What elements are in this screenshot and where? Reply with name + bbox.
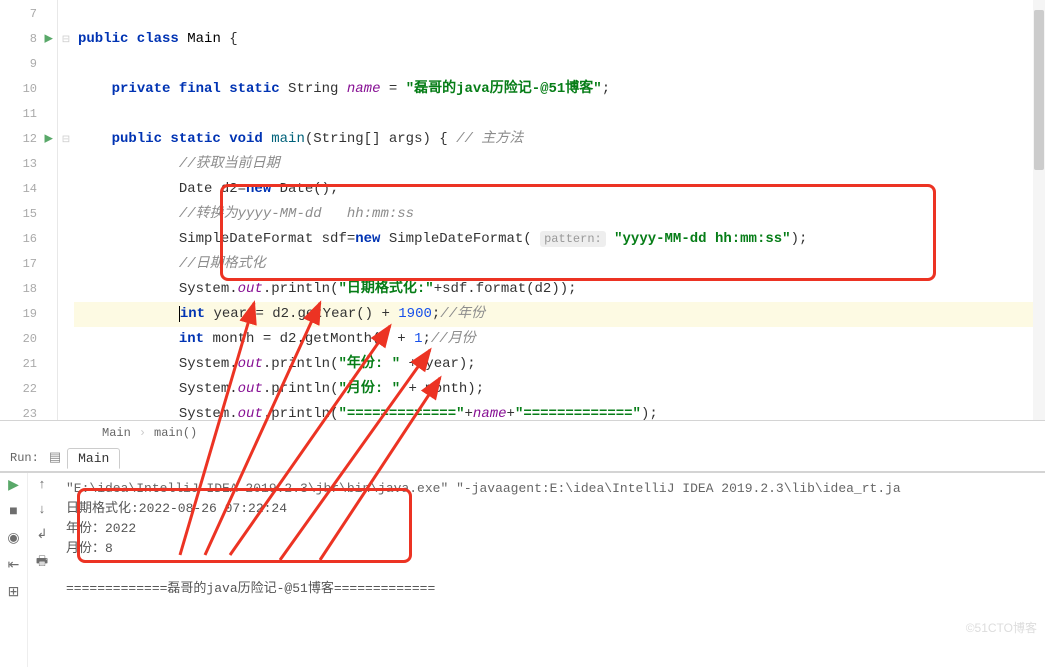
scroll-up-button[interactable]: ↑ xyxy=(38,477,46,492)
code-line[interactable]: int month = d2.getMonth() + 1;//月份 xyxy=(74,327,1045,352)
code-line[interactable] xyxy=(74,102,1045,127)
line-number: 22 xyxy=(0,377,57,402)
line-number-gutter: 78▶9101112▶1314151617181920212223 xyxy=(0,0,58,420)
stop-button[interactable]: ■ xyxy=(9,504,17,520)
breadcrumb[interactable]: Main › main() xyxy=(0,420,1045,444)
line-number: 20 xyxy=(0,327,57,352)
line-number: 15 xyxy=(0,202,57,227)
console-output[interactable]: "E:\idea\IntelliJ IDEA 2019.2.3\jbr\bin\… xyxy=(56,473,1045,667)
code-line[interactable]: System.out.println("月份: " + month); xyxy=(74,377,1045,402)
code-line[interactable] xyxy=(74,52,1045,77)
console-line: =============磊哥的java历险记-@51博客===========… xyxy=(66,579,1035,599)
dump-button[interactable]: ◉ xyxy=(7,530,19,547)
run-config-icon: ▤ xyxy=(49,450,61,465)
console-line: "E:\idea\IntelliJ IDEA 2019.2.3\jbr\bin\… xyxy=(66,479,1035,499)
code-line[interactable]: //转换为yyyy-MM-dd hh:mm:ss xyxy=(74,202,1045,227)
vertical-scrollbar[interactable] xyxy=(1033,0,1045,420)
line-number: 7 xyxy=(0,2,57,27)
line-number: 17 xyxy=(0,252,57,277)
run-header: Run: ▤ Main xyxy=(0,444,1045,472)
line-number: 21 xyxy=(0,352,57,377)
line-number: 9 xyxy=(0,52,57,77)
console-line xyxy=(66,559,1035,579)
line-number: 10 xyxy=(0,77,57,102)
line-number: 12▶ xyxy=(0,127,57,152)
run-tab[interactable]: Main xyxy=(67,448,120,469)
fold-icon[interactable]: ⊟ xyxy=(58,127,74,152)
layout-button[interactable]: ⊞ xyxy=(8,584,20,601)
console-line: 月份：8 xyxy=(66,539,1035,559)
line-number: 14 xyxy=(0,177,57,202)
fold-icon[interactable]: ⊟ xyxy=(58,27,74,52)
run-toolbar-left: ▶ ■ ◉ ⇤ ⊞ xyxy=(0,473,28,667)
exit-button[interactable]: ⇤ xyxy=(8,557,20,574)
code-line[interactable]: System.out.println("============="+name+… xyxy=(74,402,1045,420)
line-number: 18 xyxy=(0,277,57,302)
scrollbar-thumb[interactable] xyxy=(1034,10,1044,170)
run-panel: ▶ ■ ◉ ⇤ ⊞ ↑ ↓ ↲ 🖶 "E:\idea\IntelliJ IDEA… xyxy=(0,472,1045,667)
line-number: 16 xyxy=(0,227,57,252)
console-line: 年份：2022 xyxy=(66,519,1035,539)
code-editor[interactable]: 78▶9101112▶1314151617181920212223 ⊟⊟ pub… xyxy=(0,0,1045,420)
code-line[interactable] xyxy=(74,2,1045,27)
soft-wrap-button[interactable]: ↲ xyxy=(37,527,48,542)
line-number: 11 xyxy=(0,102,57,127)
line-number: 19 xyxy=(0,302,57,327)
run-toolbar-inner: ↑ ↓ ↲ 🖶 xyxy=(28,473,56,667)
print-button[interactable]: 🖶 xyxy=(36,552,48,574)
code-line[interactable]: public static void main(String[] args) {… xyxy=(74,127,1045,152)
code-line[interactable]: //获取当前日期 xyxy=(74,152,1045,177)
console-line: 日期格式化:2022-08-26 07:22:24 xyxy=(66,499,1035,519)
watermark: ©51CTO博客 xyxy=(966,619,1037,636)
run-label: Run: xyxy=(0,451,49,465)
code-area[interactable]: public class Main { private final static… xyxy=(74,0,1045,420)
code-line[interactable]: public class Main { xyxy=(74,27,1045,52)
code-line[interactable]: System.out.println("日期格式化:"+sdf.format(d… xyxy=(74,277,1045,302)
breadcrumb-class[interactable]: Main xyxy=(102,426,131,440)
code-line[interactable]: SimpleDateFormat sdf=new SimpleDateForma… xyxy=(74,227,1045,252)
rerun-button[interactable]: ▶ xyxy=(8,477,19,494)
run-line-icon[interactable]: ▶ xyxy=(45,27,53,52)
code-line[interactable]: int year = d2.getYear() + 1900;//年份 xyxy=(74,302,1045,327)
fold-column: ⊟⊟ xyxy=(58,0,74,420)
line-number: 8▶ xyxy=(0,27,57,52)
code-line[interactable]: System.out.println("年份: " + year); xyxy=(74,352,1045,377)
code-line[interactable]: //日期格式化 xyxy=(74,252,1045,277)
code-line[interactable]: private final static String name = "磊哥的j… xyxy=(74,77,1045,102)
breadcrumb-method[interactable]: main() xyxy=(154,426,197,440)
line-number: 23 xyxy=(0,402,57,427)
code-line[interactable]: Date d2=new Date(); xyxy=(74,177,1045,202)
run-line-icon[interactable]: ▶ xyxy=(45,127,53,152)
scroll-down-button[interactable]: ↓ xyxy=(38,502,46,517)
line-number: 13 xyxy=(0,152,57,177)
chevron-right-icon: › xyxy=(139,426,146,440)
